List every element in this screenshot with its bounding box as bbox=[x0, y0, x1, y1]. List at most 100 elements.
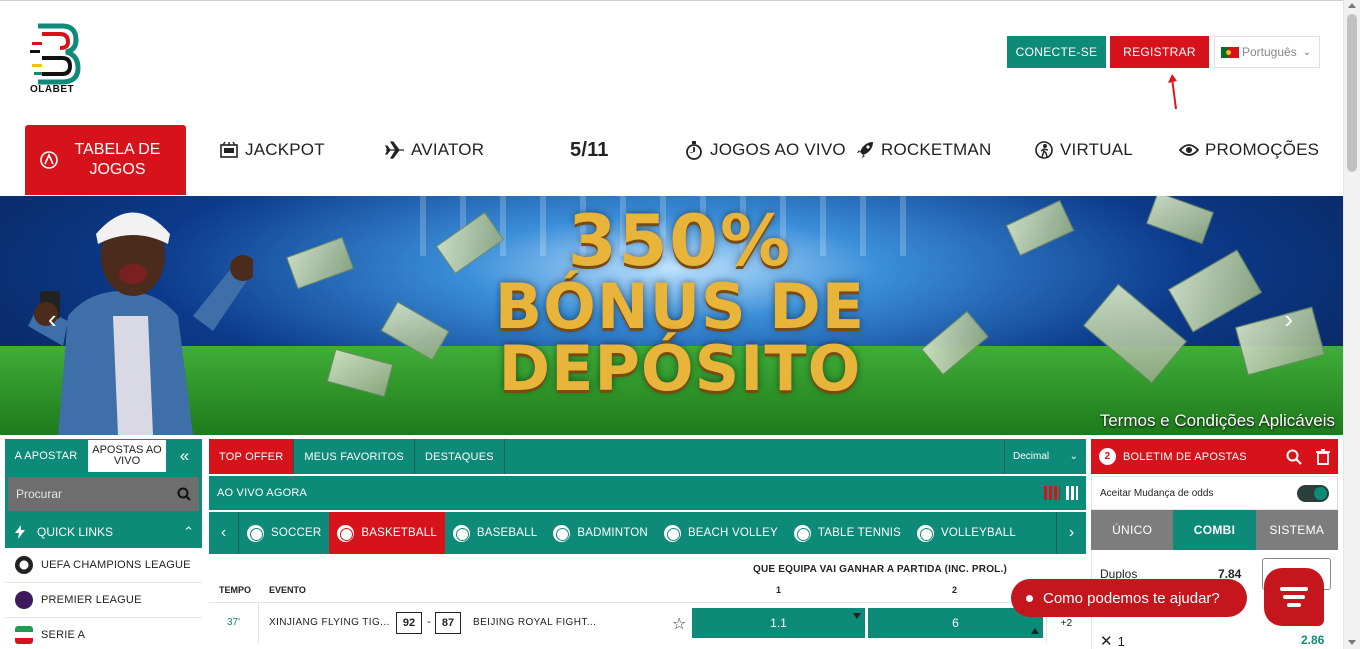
event-row[interactable]: 37' XINJIANG FLYING TIG... 92 - 87 BEIJI… bbox=[209, 602, 1086, 643]
nav-item-aviator[interactable]: AVIATOR bbox=[385, 130, 484, 170]
close-icon[interactable]: ✕ bbox=[1100, 632, 1113, 649]
live-now-bar: AO VIVO AGORA bbox=[209, 476, 1086, 510]
odds-down-icon bbox=[853, 613, 861, 619]
volleyball-icon bbox=[917, 524, 935, 542]
tab-apostas-ao-vivo[interactable]: APOSTAS AO VIVO bbox=[87, 439, 167, 473]
banner-terms[interactable]: Termos e Condições Aplicáveis bbox=[1100, 411, 1335, 431]
search-icon[interactable] bbox=[177, 487, 191, 501]
nav-item-jackpot[interactable]: JACKPOT bbox=[219, 130, 325, 170]
sport-soccer[interactable]: SOCCER bbox=[239, 512, 329, 554]
vertical-scrollbar[interactable] bbox=[1343, 0, 1360, 649]
accept-odds-change: Aceitar Mudança de odds bbox=[1091, 476, 1338, 510]
sport-label: TABLE TENNIS bbox=[817, 527, 902, 539]
nav-item-virtual[interactable]: VIRTUAL bbox=[1034, 130, 1133, 170]
sport-beach-volley[interactable]: BEACH VOLLEY bbox=[656, 512, 786, 554]
scroll-up-icon[interactable] bbox=[1348, 3, 1356, 8]
accept-odds-toggle[interactable] bbox=[1297, 484, 1329, 502]
sidebar-search bbox=[8, 477, 199, 511]
sport-badminton[interactable]: BADMINTON bbox=[545, 512, 656, 554]
connect-button[interactable]: CONECTE-SE bbox=[1007, 36, 1106, 68]
bet-type-unico[interactable]: ÚNICO bbox=[1091, 510, 1174, 550]
language-label: Português bbox=[1242, 45, 1297, 59]
trash-icon[interactable] bbox=[1316, 448, 1330, 465]
search-input[interactable] bbox=[16, 487, 166, 501]
nav-item-jogos-ao-vivo[interactable]: JOGOS AO VIVO bbox=[684, 130, 846, 170]
sport-label: BASEBALL bbox=[476, 527, 538, 539]
banner-line-3: DEPÓSITO bbox=[498, 332, 862, 405]
jackpot-icon bbox=[220, 141, 238, 158]
sport-table-tennis[interactable]: TABLE TENNIS bbox=[786, 512, 909, 554]
market-header: QUE EQUIPA VAI GANHAR A PARTIDA (INC. PR… bbox=[209, 556, 1086, 600]
away-score: 87 bbox=[435, 612, 461, 634]
odd-value: 1.1 bbox=[770, 616, 787, 630]
chat-menu-button[interactable] bbox=[1264, 568, 1324, 626]
sidebar-item-champions-league[interactable]: UEFA CHAMPIONS LEAGUE bbox=[5, 548, 202, 583]
list-view-icon[interactable] bbox=[1066, 486, 1078, 500]
carousel-prev-icon[interactable]: ‹ bbox=[48, 304, 57, 335]
scrollbar-thumb[interactable] bbox=[1347, 14, 1357, 172]
sidebar-item-label: UEFA CHAMPIONS LEAGUE bbox=[41, 559, 191, 571]
champions-league-icon bbox=[15, 556, 33, 574]
col-tempo: TEMPO bbox=[219, 585, 252, 595]
chat-menu-line bbox=[1280, 587, 1308, 591]
tab-a-apostar[interactable]: A APOSTAR bbox=[5, 439, 87, 473]
lightning-icon bbox=[15, 524, 25, 539]
bet-type-combi[interactable]: COMBI bbox=[1173, 510, 1256, 550]
nav-label: 5/11 bbox=[570, 138, 609, 161]
logo-text: OLABET bbox=[30, 84, 75, 95]
odd-button-1[interactable]: 1.1 bbox=[692, 608, 865, 638]
language-select[interactable]: Português ⌄ bbox=[1214, 36, 1320, 68]
sidebar-item-serie-a[interactable]: SERIE A bbox=[5, 618, 202, 649]
sidebar-item-premier-league[interactable]: PREMIER LEAGUE bbox=[5, 583, 202, 618]
serie-a-icon bbox=[15, 626, 33, 644]
live-now-label: AO VIVO AGORA bbox=[217, 487, 308, 499]
nav-item-5-11[interactable]: 5/11 bbox=[570, 130, 609, 170]
page: OLABET CONECTE-SE REGISTRAR Português ⌄ … bbox=[0, 0, 1360, 649]
nav-item-promocoes[interactable]: PROMOÇÕES bbox=[1179, 130, 1319, 170]
odds-format-select[interactable]: Decimal ⌄ bbox=[1004, 439, 1086, 474]
favorite-star-icon[interactable]: ☆ bbox=[672, 614, 686, 634]
sport-baseball[interactable]: BASEBALL bbox=[445, 512, 545, 554]
tab-top-offer[interactable]: TOP OFFER bbox=[209, 439, 295, 474]
nav-item-rocketman[interactable]: ROCKETMAN bbox=[855, 130, 991, 170]
virtual-icon bbox=[1035, 141, 1053, 159]
carousel-next-icon[interactable]: › bbox=[1284, 304, 1293, 335]
away-team[interactable]: BEIJING ROYAL FIGHT... bbox=[473, 617, 596, 628]
nav-item-tabela-de-jogos[interactable]: TABELA DE JOGOS bbox=[25, 125, 186, 195]
home-team[interactable]: XINJIANG FLYING TIG... bbox=[269, 617, 390, 628]
quick-links-header[interactable]: QUICK LINKS ⌃ bbox=[5, 515, 202, 548]
nav-label: ROCKETMAN bbox=[881, 140, 992, 159]
register-button[interactable]: REGISTRAR bbox=[1110, 36, 1209, 68]
odds-up-icon bbox=[1031, 628, 1039, 634]
banknote-image bbox=[1167, 249, 1263, 333]
col-evento: EVENTO bbox=[269, 585, 306, 595]
quick-links-label: QUICK LINKS bbox=[37, 524, 114, 539]
chevron-left-icon[interactable]: ‹ bbox=[209, 512, 239, 554]
tab-destaques[interactable]: DESTAQUES bbox=[415, 439, 505, 474]
eye-icon bbox=[1179, 144, 1199, 156]
chevron-right-icon[interactable]: › bbox=[1056, 512, 1086, 554]
selection-odd: 2.86 bbox=[1301, 633, 1325, 647]
search-icon[interactable] bbox=[1286, 449, 1302, 465]
sport-basketball[interactable]: BASKETBALL bbox=[329, 512, 445, 554]
score-separator: - bbox=[427, 616, 431, 628]
double-chevron-left-icon[interactable]: « bbox=[167, 439, 202, 473]
sport-label: BADMINTON bbox=[577, 527, 648, 539]
promo-banner[interactable]: 350% BÓNUS DE DEPÓSITO ‹ › Termos e Cond… bbox=[0, 196, 1343, 435]
nav-label: PROMOÇÕES bbox=[1205, 140, 1320, 159]
event-time: 37' bbox=[209, 602, 259, 643]
sport-volleyball[interactable]: VOLLEYBALL bbox=[909, 512, 1024, 554]
bet-type-sistema[interactable]: SISTEMA bbox=[1255, 510, 1338, 550]
tab-meus-favoritos[interactable]: MEUS FAVORITOS bbox=[294, 439, 415, 474]
rocket-icon bbox=[857, 142, 873, 158]
banner-headline: 350% BÓNUS DE DEPÓSITO bbox=[470, 206, 890, 400]
baseball-icon bbox=[452, 524, 470, 542]
center-tabs: TOP OFFER MEUS FAVORITOS DESTAQUES Decim… bbox=[209, 439, 1086, 474]
chat-prompt-bubble[interactable]: Como podemos te ajudar? bbox=[1011, 579, 1247, 617]
col-2: 2 bbox=[952, 585, 958, 595]
scroll-down-icon[interactable] bbox=[1348, 640, 1356, 645]
nav-label: JOGOS AO VIVO bbox=[710, 140, 846, 159]
grid-view-icon[interactable] bbox=[1044, 486, 1060, 500]
nav-label: TABELA DE JOGOS bbox=[74, 141, 161, 178]
banknote-image bbox=[1005, 199, 1075, 257]
